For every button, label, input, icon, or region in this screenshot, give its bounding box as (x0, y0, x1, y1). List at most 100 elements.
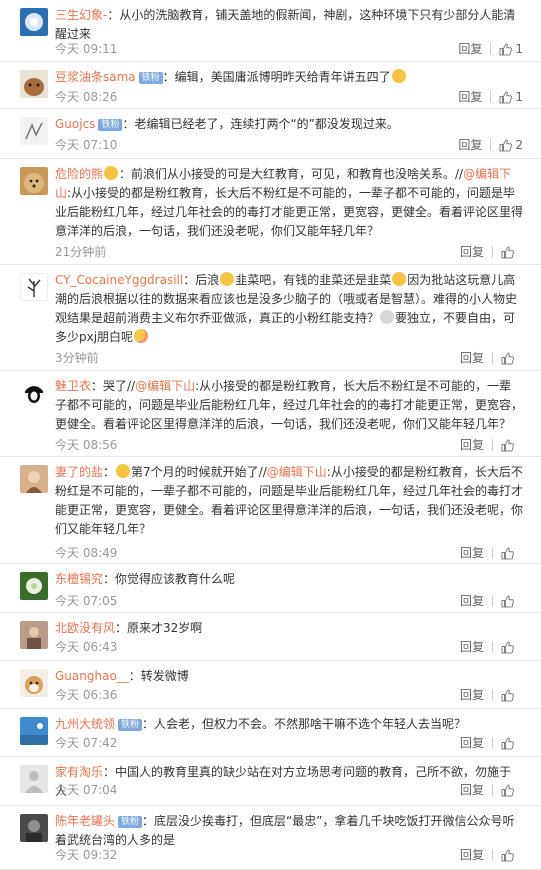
comment-meta: 今天 06:36 回复 (55, 686, 523, 704)
comment-body: 危险的熊 ：前浪们从小接受的可是大红教育，可见，和教育也没啥关系。//@编辑下山:… (55, 165, 523, 241)
like-button[interactable] (501, 736, 523, 750)
like-button[interactable] (501, 848, 523, 862)
mention-link[interactable]: @编辑下山 (267, 465, 327, 479)
comment-item: CY_CocaineYggdrasill：后浪 韭菜吧，有钱的韭菜还是韭菜 因为批站… (0, 265, 541, 371)
comment-item: 豆浆油条sama 铁粉 ：编辑，美国庸派博明昨天给青年讲五四了 今天 08:26 回复 1 (0, 62, 541, 109)
comment-text: ：转发微博 (128, 669, 189, 683)
like-button[interactable] (501, 351, 523, 365)
reply-button[interactable]: 回复 (460, 349, 484, 367)
avatar[interactable] (20, 465, 48, 493)
comment-meta: 今天 08:26 回复 1 (55, 88, 523, 106)
comment-item: 魅卫衣：哭了//@编辑下山:从小接受的都是粉红教育，长大后不粉红是不可能的，一辈… (0, 371, 541, 457)
reply-button[interactable]: 回复 (458, 88, 482, 106)
comment-actions: 回复 (460, 686, 523, 704)
comment-actions: 回复 1 (458, 40, 523, 58)
comment-actions: 回复 (460, 638, 523, 656)
comment-body: 东檀锡究：你觉得应该教育什么呢 (55, 570, 523, 589)
comment-meta: 今天 07:04 回复 (55, 781, 523, 799)
divider (492, 784, 493, 796)
comment-username[interactable]: 北欧没有风 (55, 621, 115, 635)
thumbs-up-icon (501, 848, 514, 861)
comment-time: 今天 08:56 (55, 438, 118, 452)
thumbs-up-icon (501, 594, 514, 607)
divider (492, 849, 493, 861)
like-button[interactable]: 2 (499, 136, 523, 154)
comment-body: CY_CocaineYggdrasill：后浪 韭菜吧，有钱的韭菜还是韭菜 因为批站… (55, 271, 523, 347)
comment-username[interactable]: 妻了的盐 (55, 465, 103, 479)
comment-username[interactable]: 豆浆油条sama (55, 70, 136, 84)
comment-time: 21分钟前 (55, 245, 107, 259)
divider (492, 641, 493, 653)
comment-time: 今天 06:43 (55, 640, 118, 654)
like-button[interactable]: 1 (499, 88, 523, 106)
avatar[interactable] (20, 379, 48, 407)
divider (492, 737, 493, 749)
avatar[interactable] (20, 572, 48, 600)
comment-text: ：后浪 (183, 273, 220, 287)
emoji-icon (134, 329, 149, 343)
like-button[interactable] (501, 640, 523, 654)
comment-time: 今天 07:42 (55, 736, 118, 750)
avatar[interactable] (20, 765, 48, 793)
thumbs-up-icon (499, 90, 513, 103)
comment-username[interactable]: 危险的熊 (55, 167, 103, 181)
comment-time: 今天 07:04 (55, 783, 118, 797)
comment-username[interactable]: 东檀锡究 (55, 572, 103, 586)
mention-link[interactable]: @编辑下山 (135, 379, 195, 393)
emoji-icon (380, 310, 395, 324)
avatar[interactable] (20, 273, 48, 301)
like-button[interactable] (501, 546, 523, 560)
emoji-icon (104, 166, 119, 180)
comment-text: ：哭了// (91, 379, 136, 393)
like-button[interactable] (501, 783, 523, 797)
like-button[interactable] (501, 688, 523, 702)
reply-button[interactable]: 回复 (460, 544, 484, 562)
comment-username[interactable]: Guojcs (55, 117, 95, 131)
comment-username[interactable]: Guanghao__ (55, 669, 129, 683)
like-button[interactable] (501, 438, 523, 452)
comment-actions: 回复 (460, 592, 523, 610)
thumbs-up-icon (501, 351, 514, 364)
like-button[interactable] (501, 594, 523, 608)
avatar[interactable] (20, 117, 48, 145)
reply-button[interactable]: 回复 (460, 781, 484, 799)
comment-username[interactable]: 三生幻象- (55, 8, 107, 22)
comment-username[interactable]: 九州大统领 (55, 717, 115, 731)
comment-username[interactable]: 家有淘乐 (55, 765, 103, 779)
reply-button[interactable]: 回复 (460, 686, 484, 704)
thumbs-up-icon (499, 138, 513, 151)
reply-button[interactable]: 回复 (460, 734, 484, 752)
avatar[interactable] (20, 8, 48, 36)
divider (490, 43, 492, 55)
reply-button[interactable]: 回复 (460, 243, 484, 261)
reply-button[interactable]: 回复 (458, 40, 482, 58)
reply-button[interactable]: 回复 (460, 846, 484, 864)
comment-body: Guanghao__：转发微博 (55, 667, 523, 686)
comment-username[interactable]: CY_CocaineYggdrasill (55, 273, 183, 287)
divider (492, 352, 493, 364)
comment-text: ：前浪们从小接受的可是大红教育，可见，和教育也没啥关系。// (119, 167, 464, 181)
avatar[interactable] (20, 621, 48, 649)
comment-item: 东檀锡究：你觉得应该教育什么呢 今天 07:05 回复 (0, 564, 541, 613)
avatar[interactable] (20, 717, 48, 745)
avatar[interactable] (20, 167, 48, 195)
like-button[interactable]: 1 (499, 40, 523, 58)
thumbs-up-icon (501, 546, 514, 559)
divider (492, 689, 493, 701)
comment-username[interactable]: 魅卫衣 (55, 379, 91, 393)
comment-meta: 3分钟前 回复 (55, 349, 523, 367)
comment-username[interactable]: 陈年老罐头 (55, 814, 115, 828)
reply-button[interactable]: 回复 (460, 436, 484, 454)
like-count: 2 (515, 138, 523, 152)
avatar[interactable] (20, 814, 48, 842)
like-count: 1 (515, 42, 523, 56)
comment-time: 今天 06:36 (55, 688, 118, 702)
comment-time: 今天 09:11 (55, 42, 118, 56)
reply-button[interactable]: 回复 (460, 638, 484, 656)
avatar[interactable] (20, 669, 48, 697)
avatar[interactable] (20, 70, 48, 98)
like-button[interactable] (501, 245, 523, 259)
reply-button[interactable]: 回复 (460, 592, 484, 610)
reply-button[interactable]: 回复 (458, 136, 482, 154)
comment-text: ：编辑，美国庸派博明昨天给青年讲五四了 (162, 70, 391, 84)
